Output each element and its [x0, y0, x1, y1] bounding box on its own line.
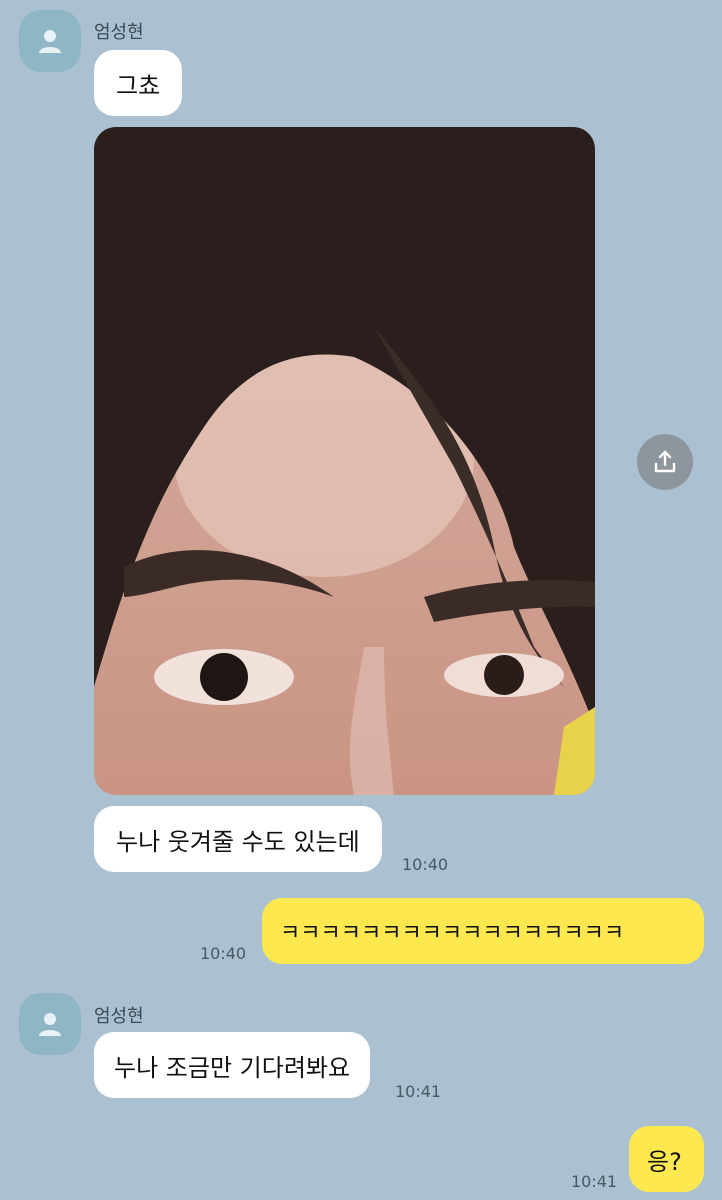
- my-message-bubble[interactable]: ㅋㅋㅋㅋㅋㅋㅋㅋㅋㅋㅋㅋㅋㅋㅋㅋㅋ: [262, 898, 704, 964]
- photo-message[interactable]: [94, 127, 595, 795]
- my-message-bubble[interactable]: 응?: [629, 1126, 704, 1192]
- message-time: 10:41: [395, 1082, 442, 1101]
- sender-name: 엄성현: [94, 22, 144, 43]
- person-icon: [39, 30, 61, 53]
- sender-name: 엄성현: [94, 1006, 144, 1027]
- message-time: 10:41: [571, 1172, 618, 1191]
- selfie-photo: [94, 127, 595, 795]
- person-icon: [39, 1013, 61, 1036]
- sender-avatar[interactable]: [19, 993, 81, 1055]
- share-button[interactable]: [637, 434, 693, 490]
- message-bubble[interactable]: 누나 웃겨줄 수도 있는데: [94, 806, 382, 872]
- sender-avatar[interactable]: [19, 10, 81, 72]
- message-bubble[interactable]: 그쵸: [94, 50, 183, 116]
- share-icon: [654, 450, 676, 473]
- message-time: 10:40: [402, 855, 449, 874]
- message-bubble[interactable]: 누나 조금만 기다려봐요: [94, 1032, 371, 1098]
- message-time: 10:40: [200, 944, 247, 963]
